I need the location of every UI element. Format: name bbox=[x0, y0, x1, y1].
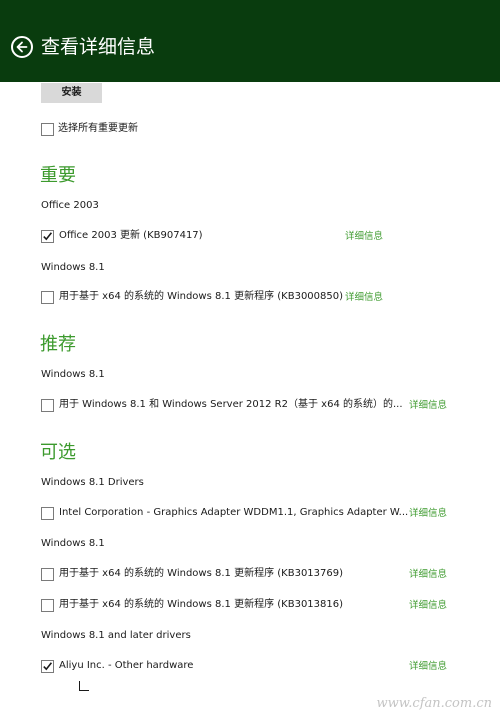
group-label-windows-8-1-drivers: Windows 8.1 Drivers bbox=[41, 477, 144, 488]
details-link-kb3000850[interactable]: 详细信息 bbox=[345, 291, 383, 305]
page-title: 查看详细信息 bbox=[41, 36, 156, 58]
group-label-windows-8-1: Windows 8.1 bbox=[41, 538, 105, 549]
app-header: 查看详细信息 bbox=[0, 0, 500, 82]
update-label-kb3000850: 用于基于 x64 的系统的 Windows 8.1 更新程序 (KB300085… bbox=[59, 291, 344, 302]
update-label-kb907417: Office 2003 更新 (KB907417) bbox=[59, 230, 203, 241]
details-link-ws2012r2[interactable]: 详细信息 bbox=[409, 399, 447, 413]
checkmark-icon bbox=[43, 662, 53, 671]
update-checkbox-kb3013816[interactable] bbox=[41, 599, 54, 612]
update-checkbox-kb3000850[interactable] bbox=[41, 291, 54, 304]
group-label-windows-8-1-later-drivers: Windows 8.1 and later drivers bbox=[41, 630, 191, 641]
update-label-kb3013769: 用于基于 x64 的系统的 Windows 8.1 更新程序 (KB301376… bbox=[59, 568, 344, 579]
section-title-optional: 可选 bbox=[40, 442, 76, 463]
group-label-windows-8-1: Windows 8.1 bbox=[41, 262, 105, 273]
update-label-ws2012r2: 用于 Windows 8.1 和 Windows Server 2012 R2（… bbox=[59, 399, 403, 410]
select-all-checkbox[interactable] bbox=[41, 123, 54, 136]
checkmark-icon bbox=[43, 232, 53, 241]
details-link-kb3013769[interactable]: 详细信息 bbox=[409, 568, 447, 582]
update-label-intel-graphics: Intel Corporation - Graphics Adapter WDD… bbox=[59, 507, 409, 518]
text-cursor-mark bbox=[79, 681, 89, 691]
details-link-intel-graphics[interactable]: 详细信息 bbox=[409, 507, 447, 521]
update-checkbox-kb907417[interactable] bbox=[41, 230, 54, 243]
back-arrow-circle-icon[interactable] bbox=[11, 36, 33, 58]
watermark-text: www.cfan.com.cn bbox=[376, 696, 492, 711]
details-link-kb907417[interactable]: 详细信息 bbox=[345, 230, 383, 244]
group-label-windows-8-1: Windows 8.1 bbox=[41, 369, 105, 380]
update-label-other-hardware: Aliyu Inc. - Other hardware bbox=[59, 660, 194, 671]
details-link-other-hardware[interactable]: 详细信息 bbox=[409, 660, 447, 674]
install-button[interactable]: 安装 bbox=[41, 83, 102, 103]
update-checkbox-ws2012r2[interactable] bbox=[41, 399, 54, 412]
update-label-kb3013816: 用于基于 x64 的系统的 Windows 8.1 更新程序 (KB301381… bbox=[59, 599, 344, 610]
update-checkbox-other-hardware[interactable] bbox=[41, 660, 54, 673]
update-checkbox-kb3013769[interactable] bbox=[41, 568, 54, 581]
group-label-office-2003: Office 2003 bbox=[41, 200, 99, 211]
select-all-label: 选择所有重要更新 bbox=[58, 123, 138, 134]
section-title-recommended: 推荐 bbox=[40, 334, 76, 355]
section-title-important: 重要 bbox=[40, 165, 76, 186]
update-checkbox-intel-graphics[interactable] bbox=[41, 507, 54, 520]
details-link-kb3013816[interactable]: 详细信息 bbox=[409, 599, 447, 613]
